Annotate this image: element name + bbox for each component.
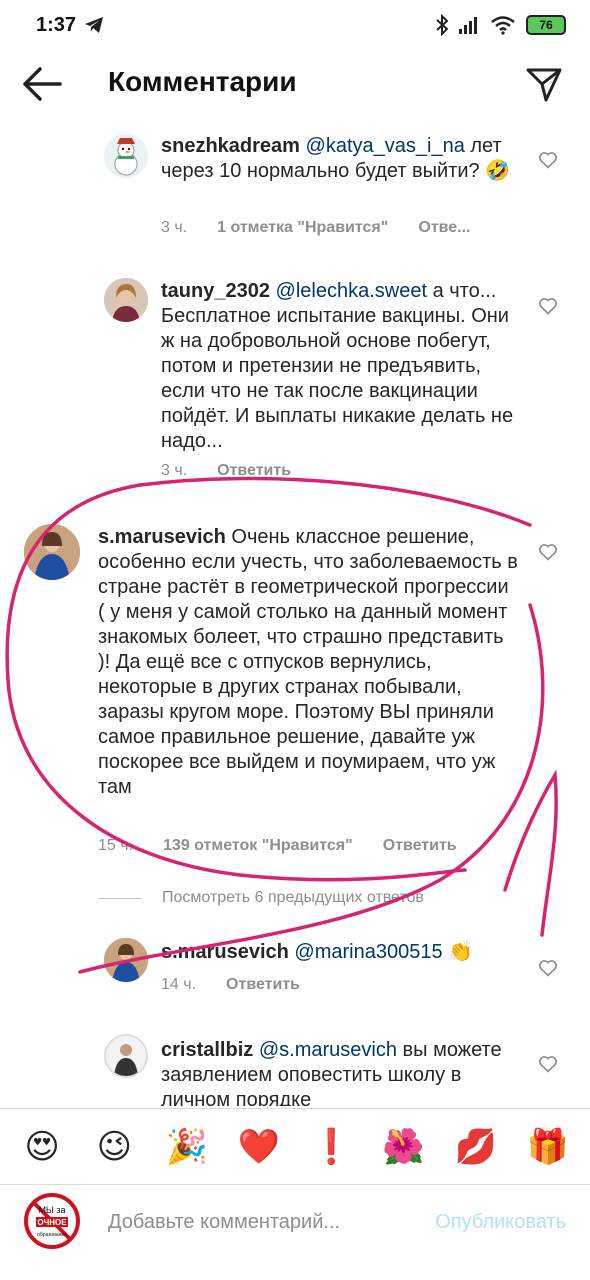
comment-likes[interactable]: 139 отметок "Нравится" bbox=[163, 837, 353, 855]
comment-item: cristallbiz @s.marusevich вы можете заяв… bbox=[0, 1022, 590, 1106]
comment-meta: 3 ч. Ответить bbox=[161, 462, 291, 480]
status-time: 1:37 bbox=[36, 14, 77, 36]
emoji-exclamation-button[interactable]: ❗ bbox=[306, 1127, 356, 1167]
person-avatar-icon bbox=[106, 1036, 146, 1076]
status-bar: 1:37 76 bbox=[0, 0, 590, 52]
comment-mention[interactable]: @katya_vas_i_na bbox=[306, 135, 465, 157]
comment-text: s.marusevich Очень классное решение, осо… bbox=[98, 525, 518, 800]
comment-meta: 14 ч. Ответить bbox=[161, 976, 300, 994]
comment-body: 👏 bbox=[448, 941, 474, 963]
view-replies-label[interactable]: Посмотреть 6 предыдущих ответов bbox=[162, 889, 424, 907]
self-avatar: МЫ за ОЧНОЕ образование bbox=[24, 1193, 80, 1249]
avatar-text-line2: ОЧНОЕ bbox=[37, 1218, 67, 1227]
comment-username[interactable]: snezhkadream bbox=[161, 135, 300, 157]
publish-button[interactable]: Опубликовать bbox=[435, 1211, 566, 1234]
divider bbox=[98, 897, 142, 899]
bluetooth-icon bbox=[436, 14, 448, 36]
reply-button[interactable]: Отве... bbox=[418, 219, 470, 237]
avatar[interactable] bbox=[104, 1034, 148, 1078]
comment-body: а что... Бесплатное испытание вакцины. О… bbox=[161, 280, 514, 452]
wifi-icon bbox=[491, 16, 515, 35]
avatar-text-line3: образование bbox=[37, 1232, 67, 1238]
view-previous-replies[interactable]: Посмотреть 6 предыдущих ответов bbox=[98, 889, 424, 907]
comment-text: s.marusevich @marina300515 👏 bbox=[161, 940, 521, 965]
avatar-text-line1: МЫ за bbox=[38, 1205, 65, 1215]
comment-time: 15 ч. bbox=[98, 837, 134, 854]
back-arrow-icon[interactable] bbox=[20, 64, 64, 104]
reply-button[interactable]: Ответить bbox=[383, 837, 457, 855]
comment-item: s.marusevich @marina300515 👏 14 ч. Ответ… bbox=[0, 926, 590, 1006]
reply-button[interactable]: Ответить bbox=[226, 976, 300, 994]
comment-mention[interactable]: @lelechka.sweet bbox=[276, 280, 427, 302]
signal-icon bbox=[459, 17, 477, 34]
header: Комментарии bbox=[0, 52, 590, 116]
comment-item: s.marusevich Очень классное решение, осо… bbox=[0, 516, 590, 866]
person-avatar-icon bbox=[104, 278, 148, 322]
avatar[interactable] bbox=[104, 938, 148, 982]
emoji-flower-button[interactable]: 🌺 bbox=[378, 1127, 428, 1167]
emoji-gift-button[interactable]: 🎁 bbox=[523, 1127, 573, 1167]
battery-indicator: 76 bbox=[526, 15, 566, 35]
avatar[interactable] bbox=[104, 134, 148, 178]
avatar[interactable] bbox=[24, 524, 80, 580]
comment-text: snezhkadream @katya_vas_i_na лет через 1… bbox=[161, 134, 521, 184]
comment-text: cristallbiz @s.marusevich вы можете заяв… bbox=[161, 1038, 521, 1106]
snowman-avatar-icon bbox=[114, 138, 138, 176]
comment-meta: 15 ч. 139 отметок "Нравится" Ответить bbox=[98, 837, 457, 855]
comment-likes[interactable]: 1 отметка "Нравится" bbox=[217, 219, 388, 237]
emoji-wink-button[interactable]: 😉 bbox=[89, 1127, 139, 1167]
like-heart-icon[interactable] bbox=[538, 958, 558, 978]
emoji-heart-eyes-button[interactable]: 😍 bbox=[17, 1127, 67, 1167]
comment-time: 14 ч. bbox=[161, 976, 197, 993]
reply-button[interactable]: Ответить bbox=[217, 462, 291, 480]
emoji-party-button[interactable]: 🎉 bbox=[162, 1127, 212, 1167]
comment-username[interactable]: cristallbiz bbox=[161, 1039, 253, 1061]
comment-input[interactable] bbox=[108, 1207, 398, 1237]
like-heart-icon[interactable] bbox=[538, 1054, 558, 1074]
comment-text: tauny_2302 @lelechka.sweet а что... Бесп… bbox=[161, 279, 521, 454]
comment-username[interactable]: s.marusevich bbox=[98, 526, 226, 548]
comment-mention[interactable]: @marina300515 bbox=[294, 941, 442, 963]
like-heart-icon[interactable] bbox=[538, 296, 558, 316]
person-avatar-icon bbox=[24, 524, 80, 580]
emoji-kiss-button[interactable]: 💋 bbox=[451, 1127, 501, 1167]
comment-item: tauny_2302 @lelechka.sweet а что... Бесп… bbox=[0, 266, 590, 486]
comment-time: 3 ч. bbox=[161, 219, 188, 236]
comment-username[interactable]: tauny_2302 bbox=[161, 280, 270, 302]
like-heart-icon[interactable] bbox=[538, 542, 558, 562]
emoji-quick-bar: 😍 😉 🎉 ❤️ ❗ 🌺 💋 🎁 bbox=[0, 1108, 590, 1184]
comment-mention[interactable]: @s.marusevich bbox=[259, 1039, 397, 1061]
comments-list[interactable]: snezhkadream @katya_vas_i_na лет через 1… bbox=[0, 116, 590, 1106]
emoji-heart-button[interactable]: ❤️ bbox=[234, 1127, 284, 1167]
comment-input-bar: МЫ за ОЧНОЕ образование Опубликовать bbox=[0, 1184, 590, 1264]
status-icons: 76 bbox=[436, 14, 566, 36]
avatar[interactable] bbox=[104, 278, 148, 322]
comment-meta: 3 ч. 1 отметка "Нравится" Отве... bbox=[161, 219, 470, 237]
person-avatar-icon bbox=[104, 938, 148, 982]
direct-send-icon[interactable] bbox=[524, 64, 564, 104]
comment-item: snezhkadream @katya_vas_i_na лет через 1… bbox=[0, 116, 590, 246]
like-heart-icon[interactable] bbox=[538, 150, 558, 170]
page-title: Комментарии bbox=[108, 66, 297, 97]
comment-body: Очень классное решение, особенно если уч… bbox=[98, 526, 518, 798]
comment-time: 3 ч. bbox=[161, 462, 188, 479]
comment-username[interactable]: s.marusevich bbox=[161, 941, 289, 963]
telegram-icon bbox=[85, 17, 103, 33]
